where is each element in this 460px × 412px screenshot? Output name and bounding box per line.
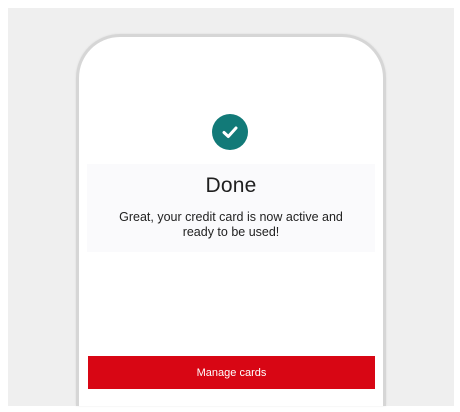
phone-screen: Done Great, your credit card is now acti… [76, 34, 386, 406]
manage-cards-button[interactable]: Manage cards [88, 356, 375, 389]
success-checkmark-icon [212, 114, 248, 150]
confirmation-title: Done [205, 174, 257, 197]
confirmation-message: Great, your credit card is now active an… [119, 210, 343, 239]
